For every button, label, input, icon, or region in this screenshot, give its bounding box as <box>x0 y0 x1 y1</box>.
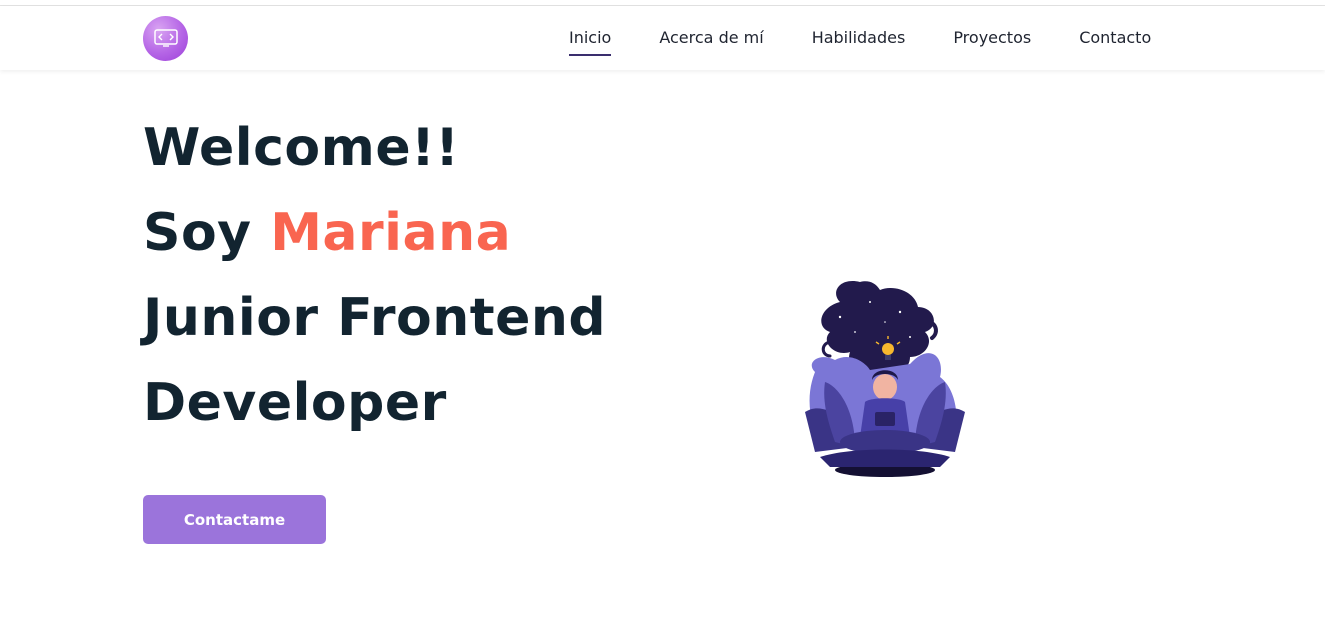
logo[interactable] <box>143 16 188 61</box>
nav-item-proyectos[interactable]: Proyectos <box>953 28 1031 55</box>
main-nav: Inicio Acerca de mí Habilidades Proyecto… <box>569 28 1151 56</box>
hero-welcome: Welcome!! <box>143 118 460 178</box>
code-icon <box>153 28 178 47</box>
nav-item-inicio[interactable]: Inicio <box>569 28 612 56</box>
meditating-reader-illustration <box>805 281 965 477</box>
contact-button[interactable]: Contactame <box>143 495 326 544</box>
hero-name: Mariana <box>270 203 512 263</box>
hero-intro-prefix: Soy <box>143 203 271 263</box>
hero-role-line2: Developer <box>143 373 447 433</box>
hero-role-line1: Junior Frontend <box>143 288 607 348</box>
hero-intro: Soy Mariana <box>143 203 511 263</box>
nav-item-acerca[interactable]: Acerca de mí <box>659 28 763 55</box>
nav-item-habilidades[interactable]: Habilidades <box>812 28 906 55</box>
nav-item-contacto[interactable]: Contacto <box>1079 28 1151 55</box>
navbar: Inicio Acerca de mí Habilidades Proyecto… <box>0 6 1325 70</box>
